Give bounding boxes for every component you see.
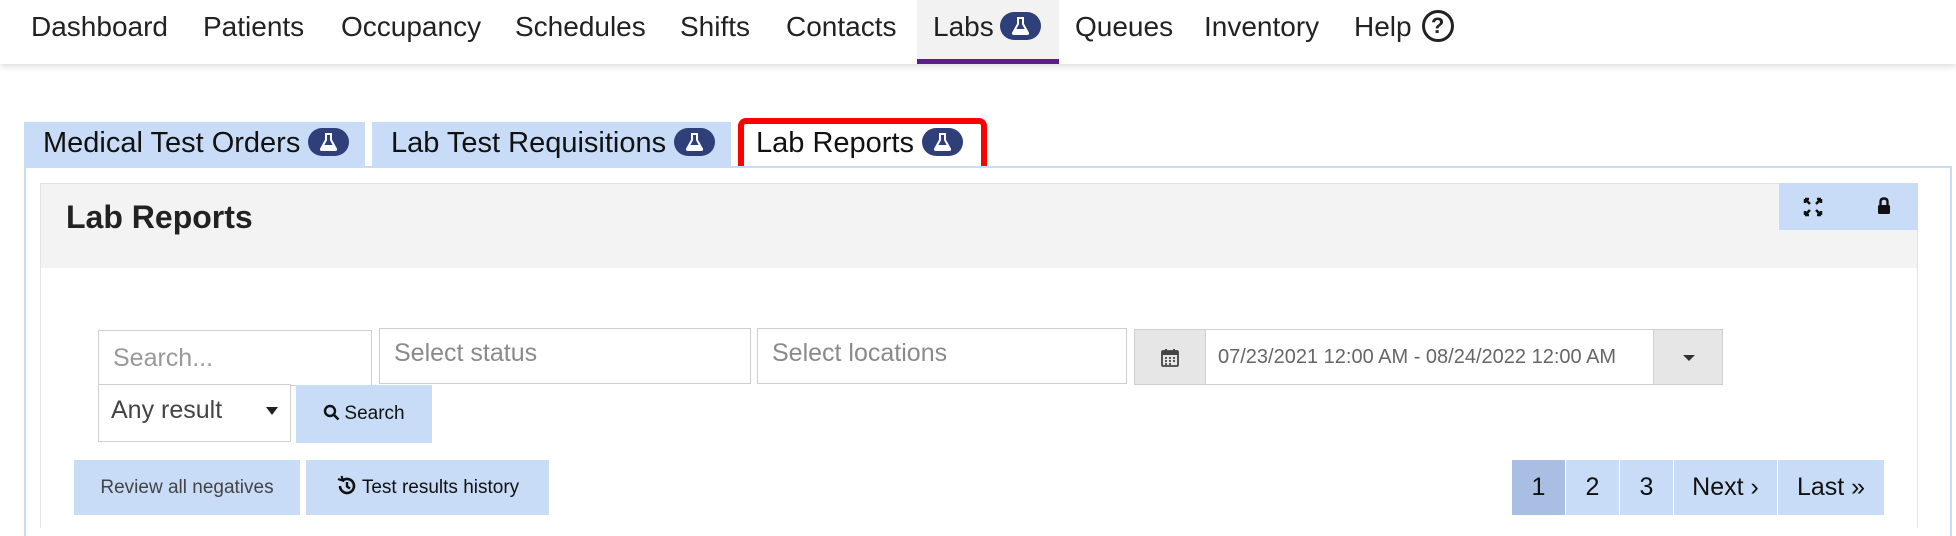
nav-shifts[interactable]: Shifts — [680, 0, 750, 64]
chevron-down-icon — [1683, 355, 1695, 361]
result-select-value: Any result — [111, 396, 223, 424]
tab-label: Medical Test Orders — [43, 127, 301, 159]
lock-icon — [1878, 197, 1890, 214]
date-range-field[interactable]: 07/23/2021 12:00 AM - 08/24/2022 12:00 A… — [1206, 329, 1653, 385]
nav-label: Contacts — [786, 11, 897, 42]
nav-help[interactable]: Help? — [1354, 0, 1454, 64]
locations-select[interactable]: Select locations — [757, 328, 1127, 384]
expand-button[interactable] — [1779, 183, 1848, 230]
lock-button[interactable] — [1849, 183, 1918, 230]
calendar-icon — [1161, 349, 1179, 367]
review-all-negatives-button[interactable]: Review all negatives — [74, 460, 300, 515]
top-navigation: Dashboard Patients Occupancy Schedules S… — [0, 0, 1956, 64]
expand-icon — [1803, 197, 1823, 217]
nav-contacts[interactable]: Contacts — [786, 0, 897, 64]
result-select[interactable]: Any result — [98, 384, 291, 442]
help-icon: ? — [1421, 9, 1454, 42]
date-range-picker: 07/23/2021 12:00 AM - 08/24/2022 12:00 A… — [1134, 329, 1723, 385]
nav-label: Queues — [1075, 11, 1174, 42]
nav-patients[interactable]: Patients — [203, 0, 304, 64]
search-input[interactable]: Search... — [98, 330, 372, 386]
panel-tools — [1779, 183, 1918, 230]
nav-label: Schedules — [515, 11, 646, 42]
test-history-label: Test results history — [361, 477, 520, 498]
page-1-button[interactable]: 1 — [1512, 460, 1565, 515]
nav-inventory[interactable]: Inventory — [1204, 0, 1319, 64]
page-3-button[interactable]: 3 — [1620, 460, 1673, 515]
test-results-history-button[interactable]: Test results history — [306, 460, 549, 515]
search-icon — [324, 404, 340, 421]
nav-label: Dashboard — [31, 11, 168, 42]
tab-medical-test-orders[interactable]: Medical Test Orders — [24, 122, 365, 168]
nav-dashboard[interactable]: Dashboard — [31, 0, 168, 64]
page-2-button[interactable]: 2 — [1566, 460, 1619, 515]
nav-label: Inventory — [1204, 11, 1320, 42]
next-page-button[interactable]: Next › — [1674, 460, 1777, 515]
search-button[interactable]: Search — [296, 385, 432, 443]
beaker-icon — [308, 128, 350, 157]
tab-lab-test-requisitions[interactable]: Lab Test Requisitions — [372, 122, 731, 168]
review-negatives-label: Review all negatives — [100, 477, 274, 498]
last-page-button[interactable]: Last » — [1778, 460, 1884, 515]
nav-schedules[interactable]: Schedules — [515, 0, 646, 64]
chevron-down-icon — [266, 407, 278, 415]
beaker-icon — [999, 11, 1041, 40]
search-button-label: Search — [344, 403, 405, 424]
nav-label: Occupancy — [341, 11, 482, 42]
date-dropdown-button[interactable] — [1653, 329, 1723, 385]
history-icon — [337, 476, 356, 495]
nav-label: Help — [1354, 11, 1412, 42]
beaker-icon — [674, 128, 716, 157]
panel-title: Lab Reports — [66, 199, 253, 235]
nav-label: Patients — [203, 11, 305, 42]
calendar-button[interactable] — [1134, 329, 1206, 385]
status-select[interactable]: Select status — [379, 328, 751, 384]
nav-labs[interactable]: Labs — [917, 0, 1059, 64]
tab-label: Lab Test Requisitions — [391, 127, 667, 159]
nav-label: Shifts — [680, 11, 751, 42]
nav-occupancy[interactable]: Occupancy — [341, 0, 481, 64]
nav-queues[interactable]: Queues — [1075, 0, 1173, 64]
nav-label: Labs — [933, 11, 994, 42]
panel-header — [40, 183, 1918, 269]
